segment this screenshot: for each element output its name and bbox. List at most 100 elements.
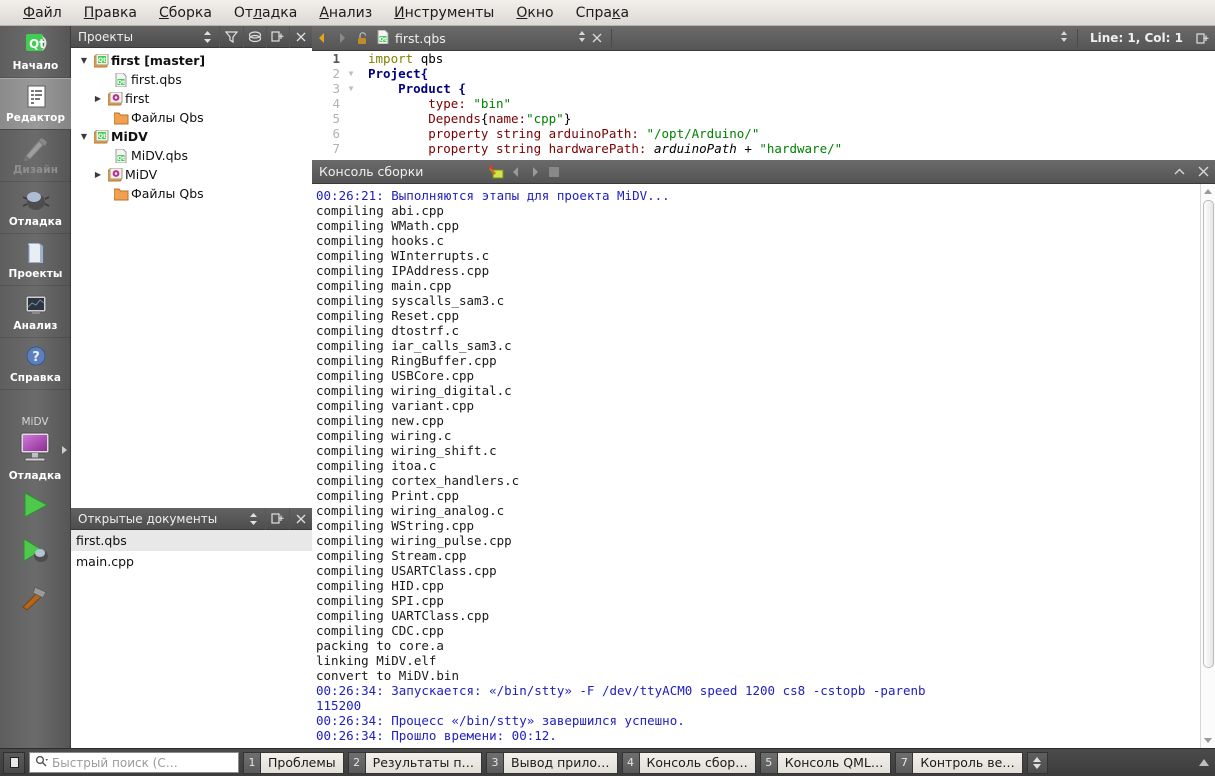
- menu-item-tools[interactable]: Инструменты: [383, 3, 505, 23]
- open-documents-list[interactable]: first.qbs main.cpp: [71, 530, 312, 776]
- menu-item-debug[interactable]: Отладка: [223, 3, 308, 23]
- tree-label: MiDV: [111, 129, 148, 144]
- updown-stepper-icon[interactable]: [1026, 751, 1048, 774]
- menu-accel: И: [394, 4, 405, 21]
- tree-item-first-product[interactable]: ▶ first: [71, 89, 312, 108]
- fold-marker[interactable]: ▼: [344, 69, 358, 78]
- filter-icon[interactable]: [220, 26, 243, 48]
- link-icon[interactable]: [243, 25, 266, 48]
- mode-welcome[interactable]: Qt Начало: [0, 26, 71, 78]
- scroll-up-arrow-icon[interactable]: [1204, 189, 1212, 194]
- mode-selector-bar: Qt Начало Редактор Дизайн Отладка Проект…: [0, 26, 71, 776]
- tab-number: 2: [347, 751, 365, 774]
- code-editor[interactable]: 1 import qbs 2 ▼ Project{ 3 ▼ Product { …: [312, 51, 1215, 160]
- sync-updown-icon[interactable]: [196, 26, 219, 48]
- updown-icon[interactable]: [577, 30, 587, 46]
- debug-button[interactable]: [0, 528, 71, 574]
- menu-item-build[interactable]: Сборка: [148, 3, 223, 23]
- scroll-down-arrow-icon[interactable]: [1204, 738, 1212, 743]
- chevron-right-icon[interactable]: ▶: [91, 170, 105, 179]
- menu-item-tools-rest: нструменты: [404, 4, 495, 21]
- fold-marker[interactable]: ▼: [344, 84, 358, 93]
- console-line: compiling wiring_shift.c: [316, 443, 497, 458]
- console-scrollbar[interactable]: [1200, 184, 1215, 748]
- chevron-right-icon: [61, 446, 67, 454]
- close-icon[interactable]: [289, 507, 312, 530]
- output-tab-qml-console[interactable]: 5 Консоль QML…: [759, 751, 892, 774]
- split-icon[interactable]: [266, 25, 289, 48]
- tree-item-first-project[interactable]: ▼ Qt first [master]: [71, 51, 312, 70]
- run-button[interactable]: [0, 482, 71, 528]
- chevron-up-icon[interactable]: [1167, 160, 1191, 184]
- stepper-up[interactable]: [1033, 756, 1042, 762]
- close-icon[interactable]: [1191, 160, 1215, 184]
- editor-toolbar: Qt first.qbs Line: 1, Col: 1: [312, 26, 1215, 51]
- mode-projects[interactable]: Проекты: [0, 234, 71, 286]
- open-document-main-cpp[interactable]: main.cpp: [71, 551, 312, 572]
- code-text: Depends{name:"cpp"}: [428, 111, 572, 126]
- tab-label: Консоль QML…: [776, 751, 892, 774]
- arrow-forward-icon[interactable]: [332, 26, 352, 51]
- updown-icon[interactable]: [1059, 30, 1073, 46]
- output-tab-app-output[interactable]: 3 Вывод прило…: [486, 751, 618, 774]
- build-console-output[interactable]: 00:26:21: Выполняются этапы для проекта …: [312, 184, 1215, 748]
- line-number: 7: [332, 141, 340, 156]
- sidebar-toggle-icon[interactable]: [3, 751, 25, 774]
- console-line: compiling IPAddress.cpp: [316, 263, 490, 278]
- output-tab-version-control[interactable]: 7 Контроль ве…: [895, 751, 1023, 774]
- tree-item-first-qbsfiles[interactable]: Файлы Qbs: [71, 108, 312, 127]
- output-tab-problems[interactable]: 1 Проблемы: [243, 751, 344, 774]
- output-tab-build-console[interactable]: 4 Консоль сбор…: [621, 751, 756, 774]
- console-line: 115200: [316, 698, 362, 713]
- tab-number: 4: [621, 751, 639, 774]
- split-icon[interactable]: [266, 508, 289, 530]
- open-document-first-qbs[interactable]: first.qbs: [71, 530, 312, 551]
- menu-item-analyze[interactable]: Анализ: [308, 3, 383, 23]
- build-button[interactable]: [0, 574, 71, 620]
- stop-icon[interactable]: [544, 160, 563, 184]
- output-tab-search-results[interactable]: 2 Результаты п…: [347, 751, 483, 774]
- menu-item-edit[interactable]: Правка: [73, 3, 148, 23]
- chevron-down-icon[interactable]: ▼: [77, 56, 91, 65]
- unlock-icon[interactable]: [352, 26, 372, 51]
- code-text: property string hardwarePath: arduinoPat…: [428, 141, 843, 156]
- tree-item-midv-product[interactable]: ▶ MiDV: [71, 165, 312, 184]
- code-text: import qbs: [368, 51, 444, 66]
- arrow-back-icon[interactable]: [312, 26, 332, 51]
- chevron-right-icon[interactable]: ▶: [91, 94, 105, 103]
- next-issue-icon[interactable]: [525, 160, 544, 184]
- mode-analyze[interactable]: Анализ: [0, 286, 71, 338]
- code-text: Project{: [368, 66, 429, 81]
- editor-file-combo[interactable]: Qt first.qbs: [372, 29, 587, 47]
- sync-updown-icon[interactable]: [242, 508, 265, 530]
- tree-item-midv-qbsfiles[interactable]: Файлы Qbs: [71, 184, 312, 203]
- line-col-indicator[interactable]: Line: 1, Col: 1: [1082, 31, 1191, 45]
- tree-item-midv-qbs[interactable]: Qt MiDV.qbs: [71, 146, 312, 165]
- mode-editor[interactable]: Редактор: [0, 78, 71, 130]
- search-input[interactable]: Быстрый поиск (C…: [29, 752, 239, 773]
- build-cancel-icon[interactable]: [487, 160, 506, 184]
- close-icon[interactable]: [587, 26, 607, 51]
- build-console-header: Консоль сборки: [312, 160, 1215, 184]
- console-line: 00:26:34: Процесс «/bin/stty» завершился…: [316, 713, 685, 728]
- stepper-down[interactable]: [1033, 763, 1042, 769]
- resize-grip-icon[interactable]: [1199, 759, 1209, 766]
- menu-item-build-rest: борка: [168, 4, 212, 21]
- close-icon[interactable]: [289, 25, 312, 48]
- menu-item-help[interactable]: Спрака: [565, 3, 640, 23]
- chevron-down-icon[interactable]: ▼: [77, 132, 91, 141]
- code-text: type: "bin": [428, 96, 512, 111]
- scrollbar-thumb[interactable]: [1203, 200, 1214, 668]
- prev-issue-icon[interactable]: [506, 160, 525, 184]
- tree-item-midv-project[interactable]: ▼ Qt MiDV: [71, 127, 312, 146]
- projects-tree[interactable]: ▼ Qt first [master] Qt first.qbs ▶ first: [71, 48, 312, 508]
- split-icon[interactable]: [1191, 26, 1215, 51]
- mode-debug[interactable]: Отладка: [0, 182, 71, 234]
- status-bar: Быстрый поиск (C… 1 Проблемы 2 Результат…: [0, 748, 1215, 776]
- menu-item-file[interactable]: Файл: [12, 3, 73, 23]
- mode-help[interactable]: ? Справка: [0, 338, 71, 390]
- qt-creator-window: Файл Правка Сборка Отладка Анализ Инстру…: [0, 0, 1215, 776]
- tree-item-first-qbs[interactable]: Qt first.qbs: [71, 70, 312, 89]
- menu-item-window[interactable]: Окно: [505, 3, 564, 23]
- target-selector[interactable]: Отладка: [0, 430, 71, 482]
